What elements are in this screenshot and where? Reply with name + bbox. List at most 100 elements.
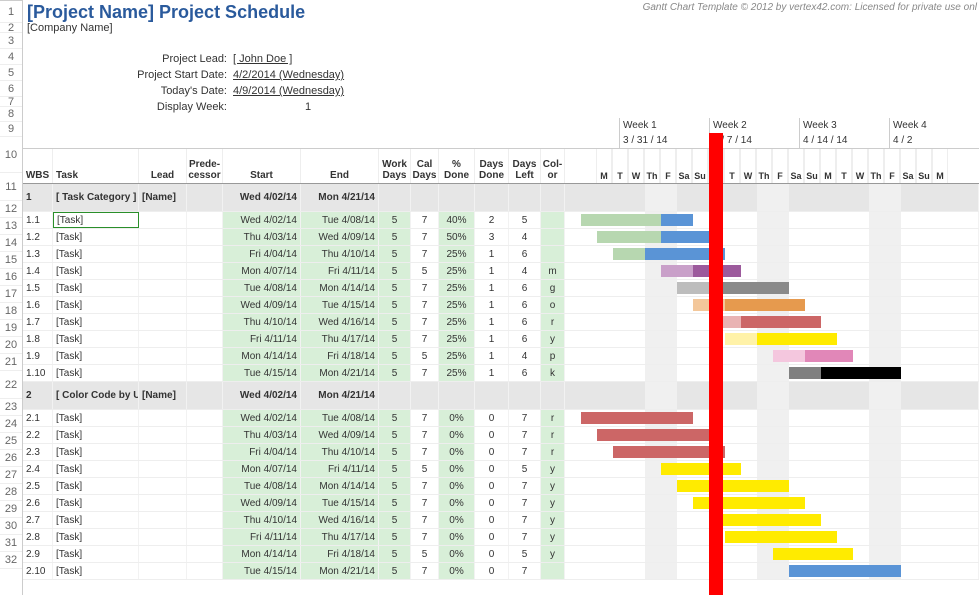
cell-days-left[interactable]: 6 bbox=[509, 314, 541, 330]
cell-wbs[interactable]: 1 bbox=[23, 184, 53, 211]
cell-pct-done[interactable]: 25% bbox=[439, 280, 475, 296]
cell-lead[interactable] bbox=[139, 331, 187, 347]
cell-start[interactable]: Wed 4/09/14 bbox=[223, 297, 301, 313]
cell-predecessor[interactable] bbox=[187, 478, 223, 494]
cell-pct-done[interactable]: 0% bbox=[439, 410, 475, 426]
cell-work-days[interactable]: 5 bbox=[379, 427, 411, 443]
cell-task[interactable]: [Task] bbox=[53, 263, 139, 279]
cell-predecessor[interactable] bbox=[187, 229, 223, 245]
cell-end[interactable]: Tue 4/15/14 bbox=[301, 297, 379, 313]
cell-days-left[interactable]: 7 bbox=[509, 512, 541, 528]
cell-start[interactable]: Tue 4/08/14 bbox=[223, 280, 301, 296]
cell-lead[interactable] bbox=[139, 263, 187, 279]
cell-days-left[interactable]: 7 bbox=[509, 563, 541, 579]
cell-pct-done[interactable]: 25% bbox=[439, 314, 475, 330]
task-row[interactable]: 1.7[Task]Thu 4/10/14Wed 4/16/145725%16r bbox=[23, 314, 979, 331]
row-number[interactable]: 1 bbox=[0, 1, 22, 23]
cell-wbs[interactable]: 1.4 bbox=[23, 263, 53, 279]
task-row[interactable]: 2.4[Task]Mon 4/07/14Fri 4/11/14550%05y bbox=[23, 461, 979, 478]
cell-color[interactable] bbox=[541, 229, 565, 245]
cell-work-days[interactable]: 5 bbox=[379, 461, 411, 477]
cell-pct-done[interactable]: 0% bbox=[439, 512, 475, 528]
cell-task[interactable]: [Task] bbox=[53, 331, 139, 347]
cell-work-days[interactable] bbox=[379, 184, 411, 211]
cell-pct-done[interactable]: 0% bbox=[439, 563, 475, 579]
cell-work-days[interactable] bbox=[379, 382, 411, 409]
cell-color[interactable] bbox=[541, 382, 565, 409]
cell-wbs[interactable]: 1.2 bbox=[23, 229, 53, 245]
col-days-left[interactable]: Days Left bbox=[509, 149, 541, 183]
cell-pct-done[interactable]: 0% bbox=[439, 546, 475, 562]
cell-days-left[interactable]: 6 bbox=[509, 297, 541, 313]
cell-wbs[interactable]: 2.4 bbox=[23, 461, 53, 477]
cell-pct-done[interactable]: 0% bbox=[439, 427, 475, 443]
cell-end[interactable]: Mon 4/14/14 bbox=[301, 478, 379, 494]
task-row[interactable]: 2.10[Task]Tue 4/15/14Mon 4/21/14570%07 bbox=[23, 563, 979, 580]
cell-start[interactable]: Wed 4/02/14 bbox=[223, 184, 301, 211]
cell-work-days[interactable]: 5 bbox=[379, 495, 411, 511]
cell-start[interactable]: Wed 4/09/14 bbox=[223, 495, 301, 511]
task-row[interactable]: 2.5[Task]Tue 4/08/14Mon 4/14/14570%07y bbox=[23, 478, 979, 495]
cell-task[interactable]: [Task] bbox=[53, 314, 139, 330]
cell-work-days[interactable]: 5 bbox=[379, 212, 411, 228]
cell-color[interactable]: y bbox=[541, 461, 565, 477]
cell-days-left[interactable]: 7 bbox=[509, 529, 541, 545]
cell-task[interactable]: [Task] bbox=[53, 495, 139, 511]
cell-cal-days[interactable] bbox=[411, 184, 439, 211]
row-number[interactable]: 5 bbox=[0, 65, 22, 81]
cell-predecessor[interactable] bbox=[187, 212, 223, 228]
cell-wbs[interactable]: 2.9 bbox=[23, 546, 53, 562]
cell-days-done[interactable]: 0 bbox=[475, 495, 509, 511]
lead-value[interactable]: [ John Doe ] bbox=[233, 53, 383, 65]
row-number[interactable]: 15 bbox=[0, 252, 22, 269]
cell-predecessor[interactable] bbox=[187, 495, 223, 511]
cell-days-done[interactable]: 0 bbox=[475, 512, 509, 528]
cell-days-done[interactable]: 0 bbox=[475, 444, 509, 460]
row-number[interactable]: 3 bbox=[0, 33, 22, 49]
cell-days-left[interactable]: 6 bbox=[509, 331, 541, 347]
display-week-value[interactable]: 1 bbox=[233, 101, 383, 113]
cell-work-days[interactable]: 5 bbox=[379, 263, 411, 279]
cell-predecessor[interactable] bbox=[187, 184, 223, 211]
cell-pct-done[interactable]: 25% bbox=[439, 331, 475, 347]
cell-start[interactable]: Tue 4/08/14 bbox=[223, 478, 301, 494]
cell-task[interactable]: [Task] bbox=[53, 229, 139, 245]
cell-color[interactable] bbox=[541, 184, 565, 211]
cell-start[interactable]: Thu 4/03/14 bbox=[223, 229, 301, 245]
cell-start[interactable]: Wed 4/02/14 bbox=[223, 382, 301, 409]
cell-work-days[interactable]: 5 bbox=[379, 529, 411, 545]
cell-start[interactable]: Fri 4/04/14 bbox=[223, 444, 301, 460]
cell-work-days[interactable]: 5 bbox=[379, 297, 411, 313]
task-row[interactable]: 1.1[Task]Wed 4/02/14Tue 4/08/145740%25 bbox=[23, 212, 979, 229]
cell-color[interactable]: y bbox=[541, 331, 565, 347]
cell-end[interactable]: Tue 4/15/14 bbox=[301, 495, 379, 511]
row-number[interactable]: 30 bbox=[0, 518, 22, 535]
row-number[interactable]: 14 bbox=[0, 235, 22, 252]
cell-end[interactable]: Wed 4/09/14 bbox=[301, 427, 379, 443]
row-number[interactable]: 24 bbox=[0, 416, 22, 433]
cell-lead[interactable]: [Name] bbox=[139, 382, 187, 409]
cell-work-days[interactable]: 5 bbox=[379, 280, 411, 296]
row-number[interactable]: 7 bbox=[0, 97, 22, 107]
task-row[interactable]: 1.9[Task]Mon 4/14/14Fri 4/18/145525%14p bbox=[23, 348, 979, 365]
cell-task[interactable]: [ Color Code by Urgency ] bbox=[53, 382, 139, 409]
cell-predecessor[interactable] bbox=[187, 331, 223, 347]
cell-cal-days[interactable]: 7 bbox=[411, 229, 439, 245]
row-number[interactable]: 27 bbox=[0, 467, 22, 484]
cell-days-done[interactable]: 1 bbox=[475, 246, 509, 262]
cell-days-left[interactable]: 7 bbox=[509, 495, 541, 511]
cell-pct-done[interactable]: 0% bbox=[439, 461, 475, 477]
company-name[interactable]: [Company Name] bbox=[23, 22, 979, 39]
col-pct-done[interactable]: % Done bbox=[439, 149, 475, 183]
cell-task[interactable]: [Task] bbox=[53, 212, 139, 228]
cell-cal-days[interactable]: 7 bbox=[411, 410, 439, 426]
cell-end[interactable]: Fri 4/11/14 bbox=[301, 461, 379, 477]
cell-cal-days[interactable]: 7 bbox=[411, 212, 439, 228]
cell-end[interactable]: Thu 4/17/14 bbox=[301, 529, 379, 545]
cell-start[interactable]: Thu 4/03/14 bbox=[223, 427, 301, 443]
cell-end[interactable]: Thu 4/10/14 bbox=[301, 246, 379, 262]
cell-lead[interactable] bbox=[139, 246, 187, 262]
col-work-days[interactable]: Work Days bbox=[379, 149, 411, 183]
cell-work-days[interactable]: 5 bbox=[379, 410, 411, 426]
category-row[interactable]: 1[ Task Category ][Name]Wed 4/02/14Mon 4… bbox=[23, 184, 979, 212]
